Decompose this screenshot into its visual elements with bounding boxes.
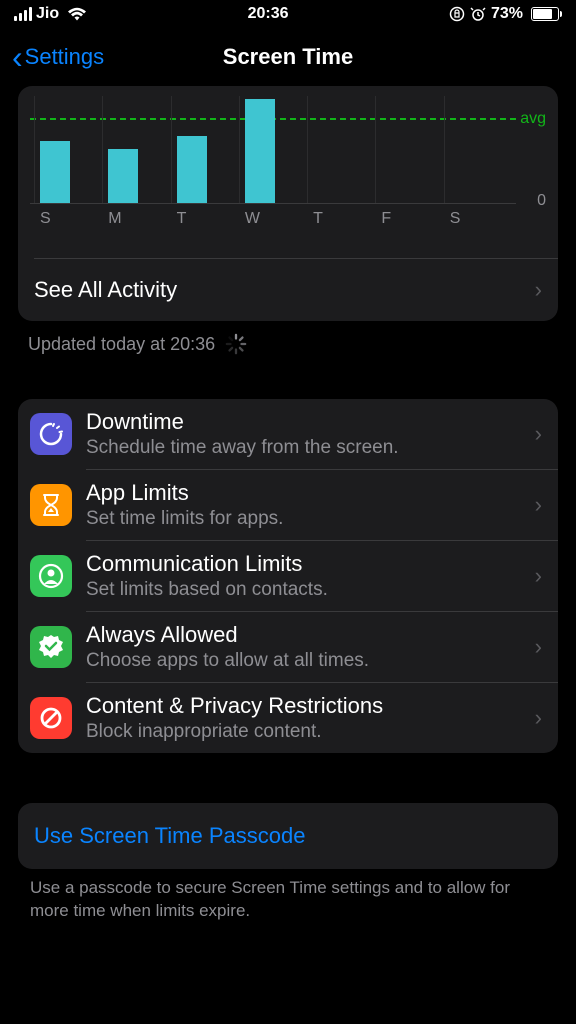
status-left: Jio: [14, 5, 87, 23]
applimits-row[interactable]: App Limits Set time limits for apps. ›: [18, 470, 558, 540]
passcode-footer: Use a passcode to secure Screen Time set…: [30, 877, 546, 923]
always-sub: Choose apps to allow at all times.: [86, 650, 535, 672]
comm-sub: Set limits based on contacts.: [86, 579, 535, 601]
chart-bar: [375, 96, 443, 204]
carrier-label: Jio: [36, 5, 59, 23]
activity-card: avg 0 SMTWTFS See All Activity ›: [18, 86, 558, 321]
always-row[interactable]: Always Allowed Choose apps to allow at a…: [18, 612, 558, 682]
signal-icon: [14, 7, 32, 21]
chart-day-label: S: [34, 210, 102, 228]
chart-day-label: W: [239, 210, 307, 228]
person-circle-icon: [30, 555, 72, 597]
chart-day-label: T: [307, 210, 375, 228]
chevron-left-icon: ‹: [12, 41, 23, 73]
content-sub: Block inappropriate content.: [86, 721, 535, 743]
downtime-sub: Schedule time away from the screen.: [86, 437, 535, 459]
chevron-right-icon: ›: [535, 705, 542, 731]
comm-title: Communication Limits: [86, 551, 535, 577]
always-title: Always Allowed: [86, 622, 535, 648]
chevron-right-icon: ›: [535, 277, 542, 303]
chevron-right-icon: ›: [535, 634, 542, 660]
content-row[interactable]: Content & Privacy Restrictions Block ina…: [18, 683, 558, 753]
chevron-right-icon: ›: [535, 492, 542, 518]
nav-bar: ‹ Settings Screen Time: [0, 28, 576, 86]
orientation-lock-icon: [449, 6, 465, 22]
usage-chart[interactable]: avg 0 SMTWTFS: [18, 86, 558, 224]
downtime-title: Downtime: [86, 409, 535, 435]
passcode-card: Use Screen Time Passcode: [18, 803, 558, 869]
downtime-row[interactable]: Downtime Schedule time away from the scr…: [18, 399, 558, 469]
settings-list-card: Downtime Schedule time away from the scr…: [18, 399, 558, 753]
battery-icon: [528, 7, 562, 21]
chart-bar: [102, 96, 170, 204]
chart-day-label: S: [444, 210, 512, 228]
hourglass-icon: [30, 484, 72, 526]
wifi-icon: [67, 7, 87, 21]
battery-percent: 73%: [491, 5, 523, 23]
applimits-sub: Set time limits for apps.: [86, 508, 535, 530]
updated-row: Updated today at 20:36: [0, 321, 576, 367]
content-title: Content & Privacy Restrictions: [86, 693, 535, 719]
comm-row[interactable]: Communication Limits Set limits based on…: [18, 541, 558, 611]
chart-day-label: M: [102, 210, 170, 228]
passcode-label: Use Screen Time Passcode: [34, 823, 305, 848]
chevron-right-icon: ›: [535, 563, 542, 589]
no-symbol-icon: [30, 697, 72, 739]
chart-bar: [239, 96, 307, 204]
see-all-label: See All Activity: [34, 277, 535, 303]
alarm-icon: [470, 6, 486, 22]
status-bar: Jio 20:36 73%: [0, 0, 576, 28]
status-time: 20:36: [248, 5, 289, 23]
see-all-activity-row[interactable]: See All Activity ›: [18, 259, 558, 321]
chart-avg-label: avg: [520, 110, 546, 128]
chart-bar: [307, 96, 375, 204]
chart-day-label: T: [171, 210, 239, 228]
back-button[interactable]: ‹ Settings: [12, 41, 104, 73]
page-title: Screen Time: [223, 44, 353, 70]
chevron-right-icon: ›: [535, 421, 542, 447]
status-right: 73%: [449, 5, 562, 23]
applimits-title: App Limits: [86, 480, 535, 506]
checkmark-seal-icon: [30, 626, 72, 668]
loading-spinner-icon: [225, 333, 247, 355]
chart-bar: [444, 96, 512, 204]
downtime-icon: [30, 413, 72, 455]
chart-zero-label: 0: [537, 192, 546, 210]
chart-bar: [171, 96, 239, 204]
chart-day-label: F: [375, 210, 443, 228]
updated-label: Updated today at 20:36: [28, 334, 215, 355]
back-label: Settings: [25, 44, 105, 70]
chart-bar: [34, 96, 102, 204]
passcode-button[interactable]: Use Screen Time Passcode: [18, 803, 558, 869]
